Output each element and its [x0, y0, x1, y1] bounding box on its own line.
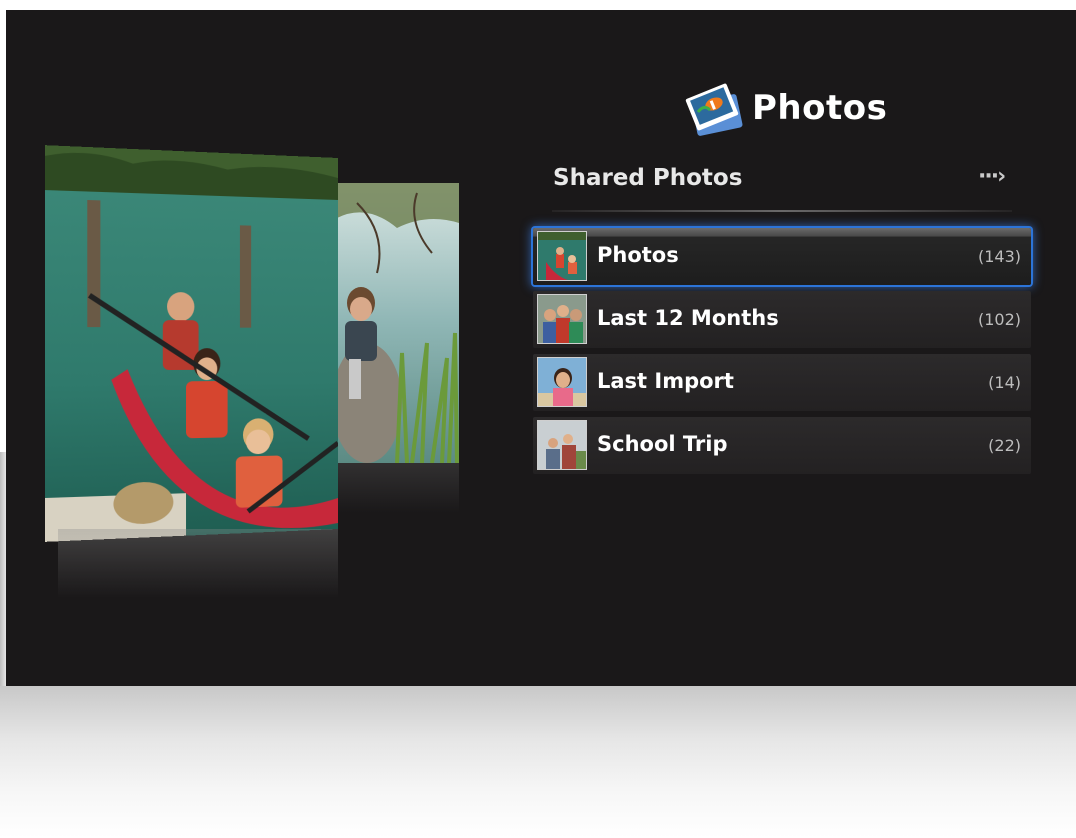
album-count: (102): [977, 310, 1021, 329]
reflective-floor: [0, 686, 1076, 838]
album-label: Last Import: [597, 369, 734, 393]
kayak-photo: [45, 145, 339, 542]
album-row-photos[interactable]: Photos (143): [533, 228, 1031, 285]
album-list: Photos (143) Last 12 Months (102) Last I…: [533, 228, 1031, 480]
album-label: Photos: [597, 243, 679, 267]
group-thumbnail: [537, 294, 587, 344]
album-label: School Trip: [597, 432, 728, 456]
photos-app-icon: [685, 83, 743, 136]
album-count: (22): [988, 436, 1021, 455]
album-label: Last 12 Months: [597, 306, 779, 330]
trip-thumbnail: [537, 420, 587, 470]
album-row-last-12-months[interactable]: Last 12 Months (102): [533, 291, 1031, 348]
app-title: Photos: [752, 88, 888, 128]
more-arrow-icon[interactable]: ···›: [978, 164, 1006, 189]
album-row-school-trip[interactable]: School Trip (22): [533, 417, 1031, 474]
section-heading[interactable]: Shared Photos: [553, 165, 742, 191]
girl-thumbnail: [537, 357, 587, 407]
heading-divider: [552, 210, 1012, 212]
boy-on-rock-photo: [337, 183, 459, 463]
preview-photo-main: [45, 145, 339, 542]
album-row-last-import[interactable]: Last Import (14): [533, 354, 1031, 411]
album-count: (14): [988, 373, 1021, 392]
preview-photo-back: [337, 183, 459, 463]
preview-reflection-main: [58, 529, 338, 599]
album-count: (143): [977, 247, 1021, 266]
kayak-thumbnail: [537, 231, 587, 281]
preview-reflection-back: [337, 463, 459, 513]
